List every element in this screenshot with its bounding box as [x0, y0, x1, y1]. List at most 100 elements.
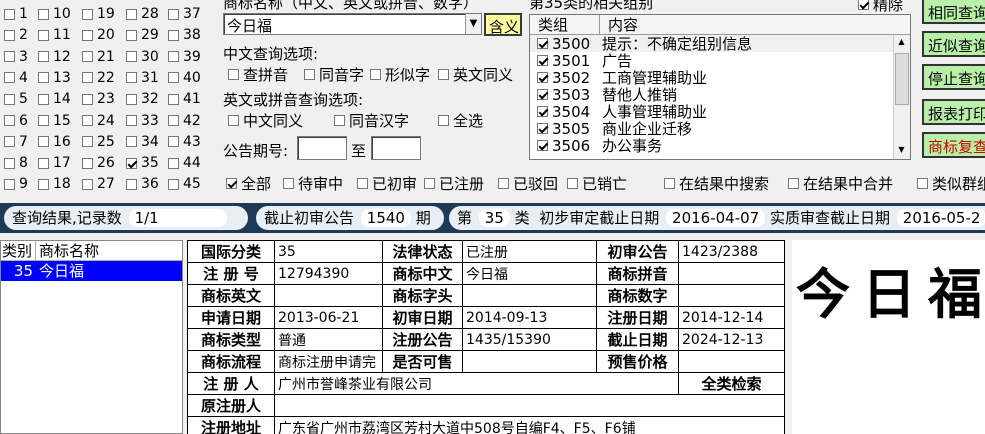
checkbox[interactable]: [334, 114, 345, 126]
class-checkbox-20[interactable]: 20: [82, 26, 115, 44]
checkbox[interactable]: [126, 157, 137, 169]
class-checkbox-21[interactable]: 21: [82, 48, 115, 66]
en-option-0[interactable]: 中文同义: [228, 111, 303, 130]
checkbox[interactable]: [917, 177, 928, 189]
checkbox[interactable]: [126, 8, 137, 20]
checkbox[interactable]: [537, 72, 548, 83]
merge-in-results-checkbox[interactable]: 在结果中合并: [788, 174, 893, 193]
class-checkbox-31[interactable]: 31: [126, 69, 159, 87]
checkbox[interactable]: [82, 93, 93, 105]
checkbox[interactable]: [567, 177, 578, 189]
checkbox[interactable]: [424, 177, 435, 189]
checkbox[interactable]: [4, 93, 15, 105]
checkbox[interactable]: [537, 38, 548, 49]
class-checkbox-18[interactable]: 18: [38, 175, 71, 193]
checkbox[interactable]: [168, 51, 179, 63]
scroll-up-icon[interactable]: ▲: [896, 37, 907, 49]
checkbox[interactable]: [537, 140, 548, 151]
class-checkbox-38[interactable]: 38: [168, 26, 201, 44]
similar-group-checkbox[interactable]: 类似群组: [917, 174, 985, 193]
checkbox[interactable]: [4, 115, 15, 126]
checkbox[interactable]: [537, 106, 548, 117]
checkbox[interactable]: [38, 136, 49, 148]
class-checkbox-12[interactable]: 12: [38, 48, 71, 66]
cn-option-0[interactable]: 查拼音: [228, 65, 288, 84]
status-filter-3[interactable]: 已注册: [424, 174, 484, 193]
checkbox[interactable]: [4, 72, 15, 84]
checkbox[interactable]: [664, 177, 675, 189]
class-checkbox-11[interactable]: 11: [38, 26, 71, 44]
checkbox[interactable]: [4, 51, 15, 63]
checkbox[interactable]: [82, 157, 93, 169]
stop-query-button[interactable]: 停止查询: [922, 64, 985, 90]
group-scrollbar[interactable]: ▲ ▼: [893, 35, 910, 159]
notice-to-input[interactable]: [371, 136, 421, 160]
class-checkbox-36[interactable]: 36: [126, 175, 159, 193]
class-checkbox-14[interactable]: 14: [38, 90, 71, 108]
cn-option-2[interactable]: 形似字: [370, 65, 430, 84]
class-checkbox-8[interactable]: 8: [4, 154, 28, 172]
checkbox[interactable]: [788, 177, 799, 189]
checkbox[interactable]: [498, 177, 509, 189]
same-query-button[interactable]: 相同查询: [922, 0, 985, 24]
class-checkbox-26[interactable]: 26: [82, 154, 115, 172]
checkbox[interactable]: [168, 29, 179, 41]
select-all-toggle[interactable]: 精除: [858, 0, 903, 15]
checkbox[interactable]: [38, 72, 49, 84]
class-checkbox-40[interactable]: 40: [168, 69, 201, 87]
checkbox[interactable]: [168, 115, 179, 126]
checkbox[interactable]: [38, 93, 49, 105]
class-checkbox-10[interactable]: 10: [38, 5, 71, 23]
group-row[interactable]: 3504 人事管理辅助业: [530, 103, 910, 121]
class-checkbox-1[interactable]: 1: [4, 5, 28, 23]
checkbox[interactable]: [38, 178, 49, 190]
class-checkbox-29[interactable]: 29: [126, 26, 159, 44]
meaning-button[interactable]: 含义: [484, 13, 522, 36]
class-checkbox-23[interactable]: 23: [82, 90, 115, 108]
checkbox[interactable]: [82, 115, 93, 126]
status-filter-5[interactable]: 已销亡: [567, 174, 627, 193]
status-filter-2[interactable]: 已初审: [357, 174, 417, 193]
checkbox[interactable]: [4, 157, 15, 169]
checkbox[interactable]: [38, 51, 49, 63]
checkbox[interactable]: [126, 136, 137, 148]
class-checkbox-34[interactable]: 34: [126, 133, 159, 151]
class-checkbox-22[interactable]: 22: [82, 69, 115, 87]
notice-from-input[interactable]: [297, 136, 347, 160]
checkbox[interactable]: [4, 178, 15, 190]
checkbox[interactable]: [4, 8, 15, 20]
checkbox[interactable]: [357, 177, 368, 189]
cn-option-3[interactable]: 英文同义: [438, 65, 513, 84]
checkbox[interactable]: [126, 51, 137, 63]
status-filter-0[interactable]: 全部: [226, 174, 271, 193]
class-checkbox-9[interactable]: 9: [4, 175, 28, 193]
checkbox[interactable]: [226, 177, 237, 189]
checkbox[interactable]: [38, 157, 49, 169]
class-checkbox-19[interactable]: 19: [82, 5, 115, 23]
checkbox[interactable]: [38, 29, 49, 41]
trademark-review-button[interactable]: 商标复查: [922, 132, 985, 158]
all-class-search-button[interactable]: 全类检索: [678, 372, 785, 395]
checkbox[interactable]: [537, 123, 548, 134]
class-checkbox-45[interactable]: 45: [168, 175, 201, 193]
name-input[interactable]: 今日福 ▼: [223, 13, 482, 35]
class-checkbox-30[interactable]: 30: [126, 48, 159, 66]
class-checkbox-37[interactable]: 37: [168, 5, 201, 23]
class-checkbox-41[interactable]: 41: [168, 90, 201, 108]
class-checkbox-13[interactable]: 13: [38, 69, 71, 87]
select-all-checkbox[interactable]: [858, 0, 869, 10]
checkbox[interactable]: [4, 136, 15, 148]
class-checkbox-39[interactable]: 39: [168, 48, 201, 66]
class-checkbox-16[interactable]: 16: [38, 133, 71, 151]
checkbox[interactable]: [168, 72, 179, 84]
class-checkbox-25[interactable]: 25: [82, 133, 115, 151]
class-checkbox-35[interactable]: 35: [126, 154, 159, 172]
similar-query-button[interactable]: 近似查询: [922, 31, 985, 57]
scroll-down-icon[interactable]: ▼: [896, 145, 907, 157]
checkbox[interactable]: [168, 157, 179, 169]
checkbox[interactable]: [438, 68, 449, 80]
group-row[interactable]: 3506 办公事务: [530, 137, 910, 155]
class-checkbox-43[interactable]: 43: [168, 133, 201, 151]
checkbox[interactable]: [126, 115, 137, 126]
checkbox[interactable]: [82, 51, 93, 63]
